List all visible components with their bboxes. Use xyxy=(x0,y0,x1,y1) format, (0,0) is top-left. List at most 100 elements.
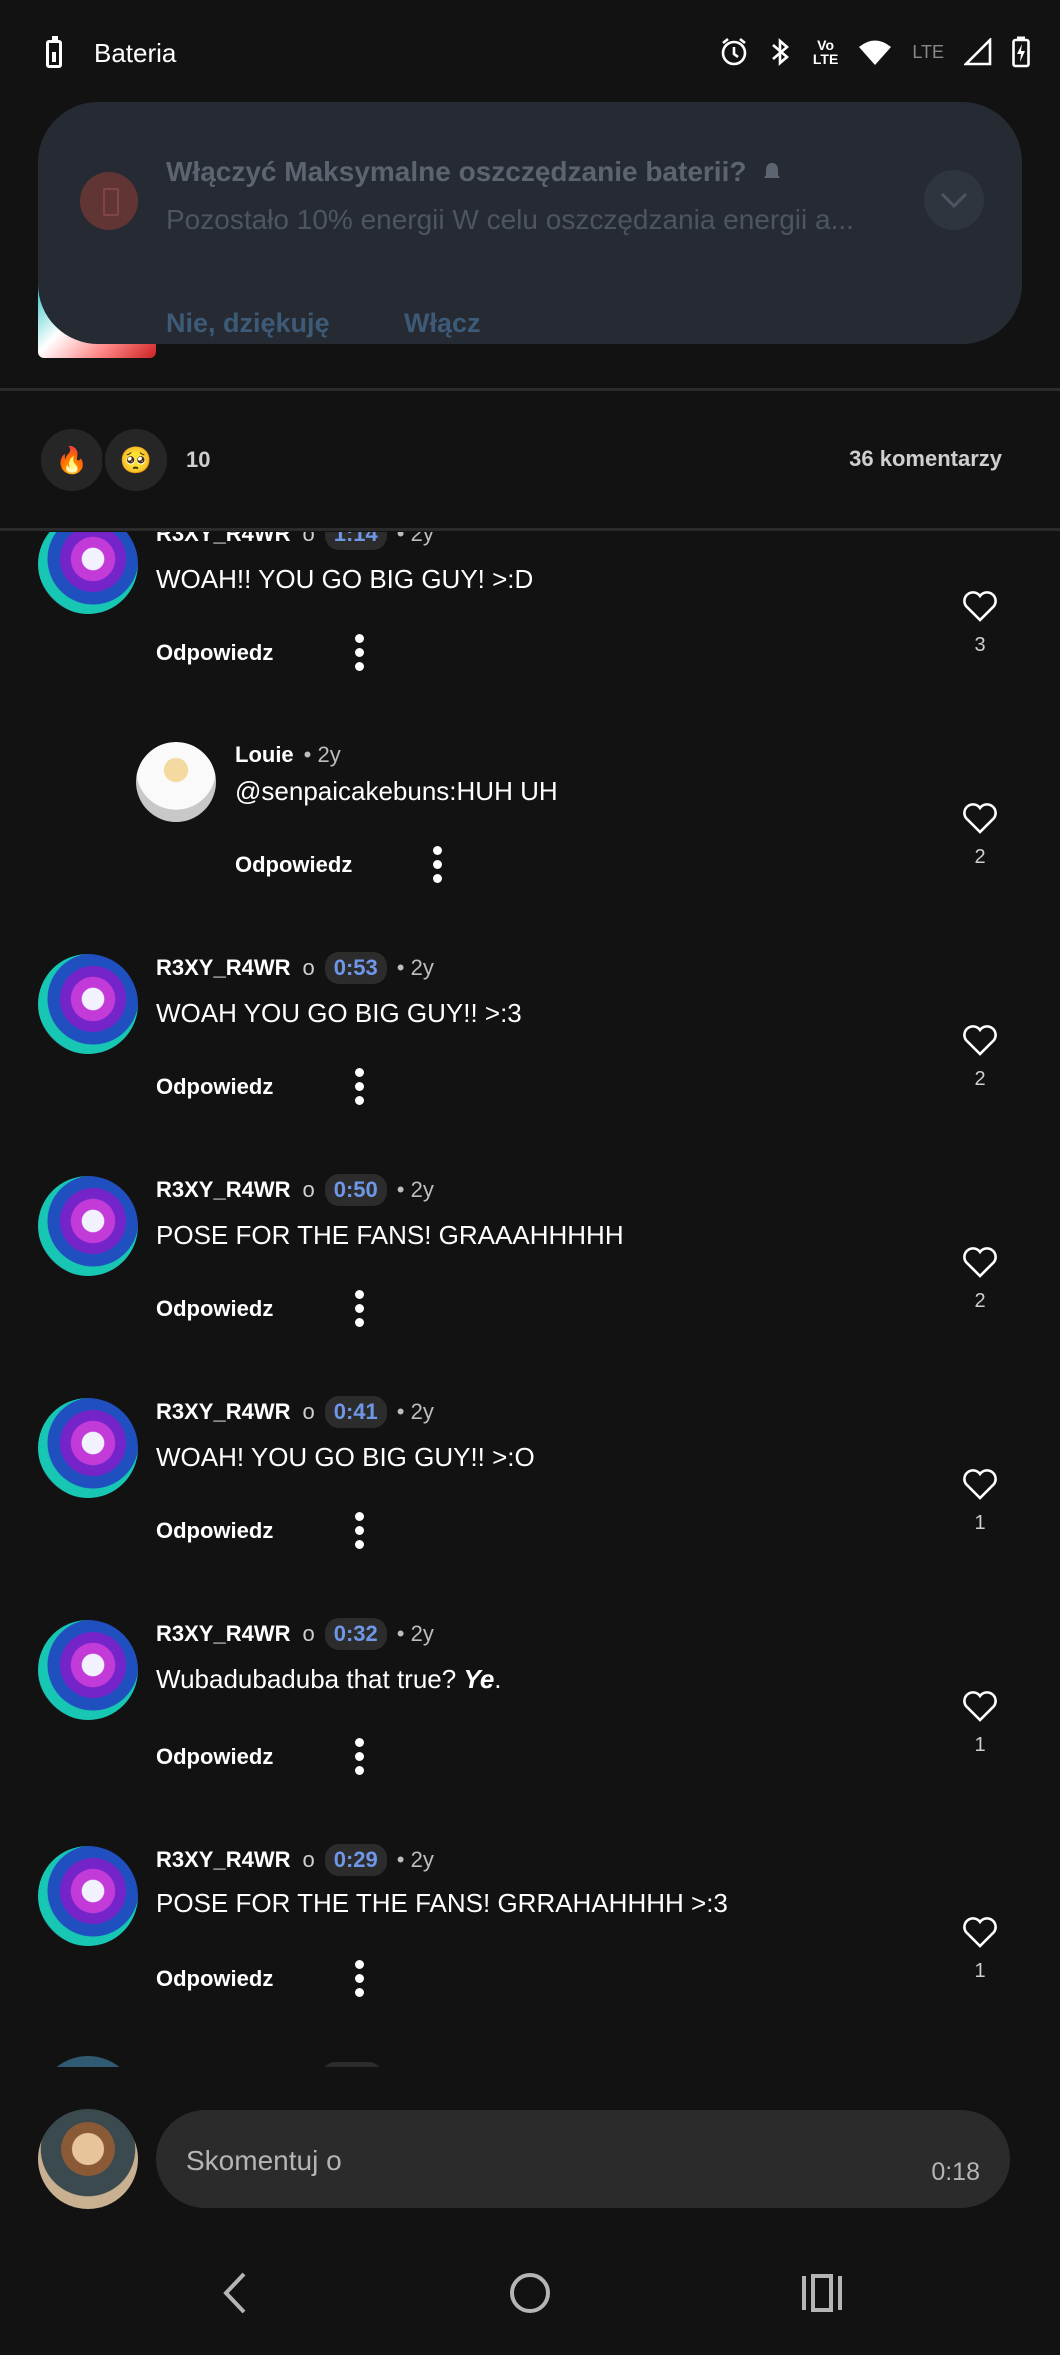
comment-meta: R3XY_R4WR o 0:53 • 2y xyxy=(156,952,434,984)
heart-icon[interactable] xyxy=(962,1916,998,1948)
avatar[interactable] xyxy=(38,2056,138,2067)
comment-text: WOAH! YOU GO BIG GUY!! >:O xyxy=(156,1442,535,1472)
like-count: 1 xyxy=(974,1734,986,1756)
comment-text: @senpaicakebuns:HUH UH xyxy=(235,776,558,806)
avatar[interactable] xyxy=(38,1398,138,1498)
system-nav-bar xyxy=(0,2230,1060,2355)
reply-button[interactable]: Odpowiedz xyxy=(156,640,273,666)
more-options-icon[interactable] xyxy=(355,634,365,672)
comment-sep: o xyxy=(302,955,315,980)
heart-icon[interactable] xyxy=(962,1024,998,1056)
heart-icon[interactable] xyxy=(962,1468,998,1500)
lte-icon: LTE xyxy=(912,42,944,62)
battery-saver-notification[interactable]: Włączyć Maksymalne oszczędzanie baterii?… xyxy=(38,102,1022,344)
comment-username[interactable]: R3XY_R4WR xyxy=(156,955,290,981)
comment-timestamp[interactable]: 0:50 xyxy=(324,1174,387,1206)
pleading-emoji-icon[interactable]: 🥺 xyxy=(102,426,170,494)
like-count: 2 xyxy=(974,1068,986,1090)
comment-timestamp[interactable]: 0:53 xyxy=(324,952,387,984)
reply-button[interactable]: Odpowiedz xyxy=(156,1074,273,1100)
reaction-count: 10 xyxy=(186,447,211,472)
current-user-avatar[interactable] xyxy=(38,2109,138,2209)
reply-button[interactable]: Odpowiedz xyxy=(156,1966,273,1992)
comment-age: • 2y xyxy=(396,1177,434,1202)
enable-button[interactable]: Włącz xyxy=(404,308,481,339)
recents-icon[interactable] xyxy=(800,2270,844,2316)
comment-input-placeholder: Skomentuj o xyxy=(186,2145,342,2176)
comment-age: • 2y xyxy=(396,955,434,980)
comment-text: WOAH YOU GO BIG GUY!! >:3 xyxy=(156,998,522,1028)
comment-username[interactable]: Louie xyxy=(235,742,294,768)
more-options-icon[interactable] xyxy=(355,1960,365,1998)
comment-username[interactable]: R3XY_R4WR xyxy=(156,532,290,547)
heart-icon[interactable] xyxy=(962,590,998,622)
comment-username[interactable]: R3XY_R4WR xyxy=(156,1621,290,1647)
avatar[interactable] xyxy=(38,1176,138,1276)
comment-count: 36 komentarzy xyxy=(849,446,1002,471)
comment-timestamp[interactable]: 0:32 xyxy=(324,1618,387,1650)
like-count: 2 xyxy=(974,1290,986,1312)
comment-sep: o xyxy=(302,532,315,546)
heart-icon[interactable] xyxy=(962,802,998,834)
comment-text: POSE FOR THE THE FANS! GRRAHAHHHH >:3 xyxy=(156,1888,728,1918)
comment-age: • 2y xyxy=(396,1399,434,1424)
heart-icon[interactable] xyxy=(962,1246,998,1278)
like-count: 1 xyxy=(974,1960,986,1982)
more-options-icon[interactable] xyxy=(355,1290,365,1328)
reply-button[interactable]: Odpowiedz xyxy=(235,852,352,878)
expand-chevron-icon[interactable] xyxy=(924,170,984,230)
comment-meta: R3XY_R4WR o 0:32 • 2y xyxy=(156,1618,434,1650)
heart-icon[interactable] xyxy=(962,1690,998,1722)
more-options-icon[interactable] xyxy=(355,1068,365,1106)
comment-timestamp[interactable]: 1:14 xyxy=(324,532,387,550)
comment-text: WOAH!! YOU GO BIG GUY! >:D xyxy=(156,564,534,594)
comment-sep: o xyxy=(302,1399,315,1424)
bell-icon xyxy=(764,163,780,180)
divider xyxy=(0,528,1060,531)
comment-sep: o xyxy=(302,1621,315,1646)
avatar[interactable] xyxy=(38,1620,138,1720)
comment-age: • 2y xyxy=(396,1847,434,1872)
decline-button[interactable]: Nie, dziękuję xyxy=(166,308,330,339)
status-bar-title: Bateria xyxy=(94,38,177,68)
reply-button[interactable]: Odpowiedz xyxy=(156,1744,273,1770)
status-icons: Vo LTE LTE xyxy=(719,36,1030,68)
comment-text-emphasis: Ye xyxy=(463,1664,495,1694)
comment-text: POSE FOR THE FANS! GRAAAHHHHH xyxy=(156,1220,624,1250)
comment-age: • 2y xyxy=(396,532,434,546)
comment-timestamp[interactable]: 0:29 xyxy=(324,1844,387,1876)
more-options-icon[interactable] xyxy=(355,1512,365,1550)
reply-button[interactable]: Odpowiedz xyxy=(156,1518,273,1544)
avatar[interactable] xyxy=(38,954,138,1054)
avatar[interactable] xyxy=(136,742,216,822)
more-options-icon[interactable] xyxy=(433,846,443,884)
comment-text-end: . xyxy=(494,1664,502,1694)
battery-warning-icon xyxy=(80,172,138,230)
fire-emoji-icon[interactable]: 🔥 xyxy=(38,426,106,494)
comment-sep: o xyxy=(302,1847,315,1872)
comment-username[interactable]: R3XY_R4WR xyxy=(156,1847,290,1873)
reactions-row[interactable]: 🔥 🥺 10 xyxy=(38,426,210,494)
notification-title: Włączyć Maksymalne oszczędzanie baterii? xyxy=(166,156,747,187)
notification-body: Pozostało 10% energii W celu oszczędzani… xyxy=(166,204,854,235)
comment-timestamp[interactable]: 0:41 xyxy=(324,1396,387,1428)
status-bar: Bateria Vo LTE LTE xyxy=(0,0,1060,110)
comment-input[interactable]: Skomentuj o 0:18 xyxy=(156,2110,1010,2208)
comment-input-timestamp: 0:18 xyxy=(931,2158,980,2186)
back-icon[interactable] xyxy=(220,2270,250,2316)
battery-small-icon xyxy=(46,36,62,68)
reply-button[interactable]: Odpowiedz xyxy=(156,1296,273,1322)
comments-list[interactable]: R3XY_R4WR o 1:14 • 2y WOAH!! YOU GO BIG … xyxy=(0,532,1060,2067)
comment-meta: R3XY_R4WR o 1:14 • 2y xyxy=(156,532,434,550)
comment-text-plain: Wubadubaduba that true? xyxy=(156,1664,464,1694)
comment-meta: R3XY_R4WR o 0:29 • 2y xyxy=(156,1844,434,1876)
like-count: 3 xyxy=(974,634,986,656)
comment-username[interactable]: R3XY_R4WR xyxy=(156,1399,290,1425)
divider xyxy=(0,388,1060,391)
comment-username[interactable]: R3XY_R4WR xyxy=(156,1177,290,1203)
avatar[interactable] xyxy=(38,1846,138,1946)
home-icon[interactable] xyxy=(508,2270,552,2316)
volte-icon: Vo LTE xyxy=(812,37,839,67)
avatar[interactable] xyxy=(38,532,138,614)
more-options-icon[interactable] xyxy=(355,1738,365,1776)
